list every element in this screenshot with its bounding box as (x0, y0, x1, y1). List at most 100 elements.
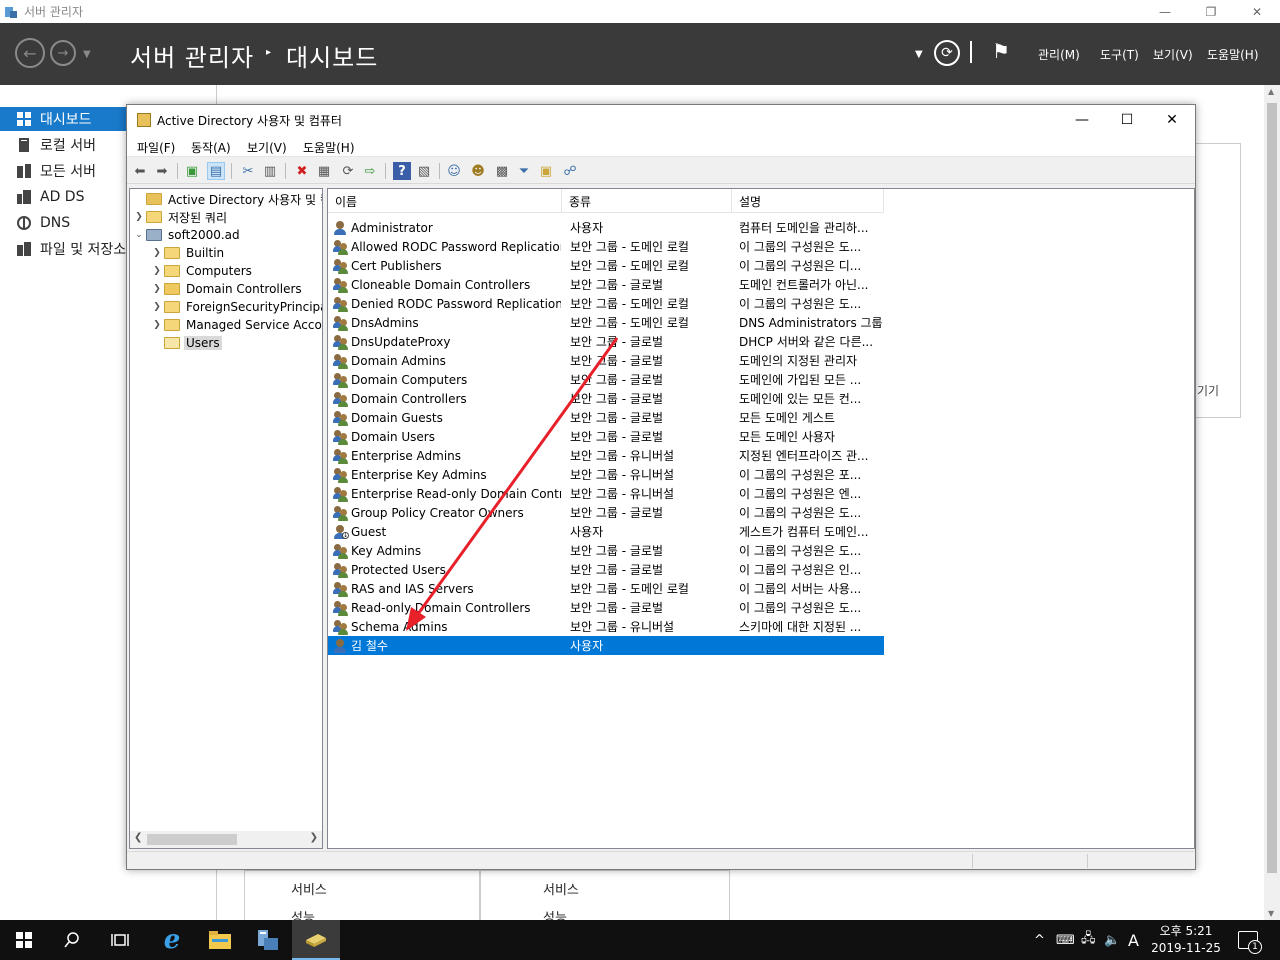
taskbar-ie[interactable]: e (148, 920, 196, 960)
column-header-type[interactable]: 종류 (562, 189, 732, 213)
close-button[interactable]: ✕ (1234, 0, 1280, 23)
scroll-thumb[interactable] (1267, 103, 1277, 873)
nav-file-storage[interactable]: 파일 및 저장소 (0, 237, 128, 261)
refresh-dropdown-icon[interactable]: ▼ (915, 49, 923, 60)
tray-network[interactable]: 🖧 (1081, 920, 1096, 960)
new-ou-button[interactable]: ▩ (493, 162, 511, 180)
table-row[interactable]: Cloneable Domain Controllers 보안 그룹 - 글로벌 도… (328, 275, 884, 294)
column-header-description[interactable]: 설명 (732, 189, 884, 213)
delete-button[interactable]: ✖ (293, 162, 311, 180)
refresh-button[interactable]: ⟳ (934, 40, 960, 66)
table-row[interactable]: Denied RODC Password Replication ... 보안 그… (328, 294, 884, 313)
chevron-right-icon[interactable]: ❯ (132, 212, 146, 222)
cut-button[interactable]: ✂ (239, 162, 257, 180)
restore-button[interactable]: ❐ (1188, 0, 1234, 23)
table-row[interactable]: Domain Admins 보안 그룹 - 글로벌 도메인의 지정된 관리자 (328, 351, 884, 370)
new-user-button[interactable]: ☺ (445, 162, 463, 180)
table-row[interactable]: Enterprise Read-only Domain Control... 보안… (328, 484, 884, 503)
table-row[interactable]: Cert Publishers 보안 그룹 - 도메인 로컬 이 그룹의 구성원은 … (328, 256, 884, 275)
table-row[interactable]: Enterprise Admins 보안 그룹 - 유니버설 지정된 엔터프라이즈 … (328, 446, 884, 465)
filter-button[interactable]: ⏷ (515, 162, 533, 180)
tree-saved-queries[interactable]: ❯ 저장된 쿼리 (132, 208, 229, 226)
table-row[interactable]: Domain Computers 보안 그룹 - 글로벌 도메인에 가입된 모든 .… (328, 370, 884, 389)
table-row[interactable]: DnsAdmins 보안 그룹 - 도메인 로컬 DNS Administrator… (328, 313, 884, 332)
table-row[interactable]: Domain Controllers 보안 그룹 - 글로벌 도메인에 있는 모든 … (328, 389, 884, 408)
copy-button[interactable]: ▥ (261, 162, 279, 180)
nav-all-servers[interactable]: 모든 서버 (0, 159, 128, 183)
add-to-group-button[interactable]: ☍ (561, 162, 579, 180)
forward-button[interactable]: ➡ (153, 162, 171, 180)
nav-dashboard[interactable]: 대시보드 (0, 107, 128, 131)
table-row[interactable]: Domain Guests 보안 그룹 - 글로벌 모든 도메인 게스트 (328, 408, 884, 427)
scroll-left-icon[interactable]: ❮ (134, 832, 142, 843)
scroll-up-icon[interactable]: ▲ (1268, 87, 1274, 96)
chevron-right-icon[interactable]: ❯ (150, 284, 164, 294)
refresh-button[interactable]: ⟳ (339, 162, 357, 180)
task-view-button[interactable] (96, 920, 144, 960)
menu-view[interactable]: 보기(V) (1153, 46, 1193, 63)
show-hide-console-tree-button[interactable]: ▤ (207, 162, 225, 180)
tree-root[interactable]: Active Directory 사용자 및 컴퓨터 (132, 190, 322, 208)
table-row[interactable]: Enterprise Key Admins 보안 그룹 - 유니버설 이 그룹의 구… (328, 465, 884, 484)
table-row[interactable]: Protected Users 보안 그룹 - 글로벌 이 그룹의 구성원은 인..… (328, 560, 884, 579)
nav-dns[interactable]: DNS (0, 211, 128, 235)
scroll-down-icon[interactable]: ▼ (1268, 909, 1274, 918)
menu-help[interactable]: 도움말(H) (303, 139, 355, 156)
taskbar-file-explorer[interactable] (196, 920, 244, 960)
tray-volume[interactable]: 🔈 (1104, 920, 1120, 960)
forward-button[interactable]: → (50, 40, 76, 66)
tray-clock[interactable]: 오후 5:21 2019-11-25 (1150, 923, 1222, 957)
table-row[interactable]: RAS and IAS Servers 보안 그룹 - 도메인 로컬 이 그룹의 서… (328, 579, 884, 598)
taskbar-ad-users-computers[interactable] (292, 920, 340, 960)
find-button[interactable]: ▣ (537, 162, 555, 180)
menu-file[interactable]: 파일(F) (137, 139, 175, 156)
chevron-right-icon[interactable]: ❯ (150, 320, 164, 330)
search-button[interactable] (48, 920, 96, 960)
taskbar-server-manager[interactable] (244, 920, 292, 960)
dashboard-scrollbar[interactable]: ▲ ▼ (1264, 85, 1280, 920)
ad-maximize-button[interactable]: ☐ (1104, 105, 1150, 135)
show-hidden-icons[interactable]: ^ (1034, 920, 1045, 960)
tree-domain[interactable]: ⌄ soft2000.ad (132, 226, 242, 244)
table-row[interactable]: Schema Admins 보안 그룹 - 유니버설 스키마에 대한 지정된 ... (328, 617, 884, 636)
table-row[interactable]: DnsUpdateProxy 보안 그룹 - 글로벌 DHCP 서버와 같은 다른.… (328, 332, 884, 351)
table-row[interactable]: Read-only Domain Controllers 보안 그룹 - 글로벌 이… (328, 598, 884, 617)
tray-keyboard[interactable]: ⌨ (1056, 920, 1075, 960)
chevron-right-icon[interactable]: ❯ (150, 302, 164, 312)
tree-computers[interactable]: ❯ Computers (150, 262, 254, 280)
new-group-button[interactable]: ☻ (469, 162, 487, 180)
menu-help[interactable]: 도움말(H) (1207, 46, 1259, 63)
chevron-right-icon[interactable]: ❯ (150, 248, 164, 258)
table-row[interactable]: ↓ Guest 사용자 게스트가 컴퓨터 도메인... (328, 522, 884, 541)
properties-button[interactable]: ▦ (315, 162, 333, 180)
table-row[interactable]: Domain Users 보안 그룹 - 글로벌 모든 도메인 사용자 (328, 427, 884, 446)
help-button[interactable]: ? (393, 162, 411, 180)
menu-view[interactable]: 보기(V) (247, 139, 287, 156)
ad-close-button[interactable]: ✕ (1149, 105, 1195, 135)
table-row[interactable]: 김 철수 사용자 (328, 636, 884, 655)
export-list-button[interactable]: ⇨ (361, 162, 379, 180)
menu-tools[interactable]: 도구(T) (1100, 46, 1139, 63)
tree-horizontal-scrollbar[interactable]: ❮ ❯ (130, 831, 322, 848)
scroll-thumb[interactable] (147, 834, 237, 845)
tree-users[interactable]: Users (150, 334, 222, 352)
scroll-right-icon[interactable]: ❯ (310, 832, 318, 843)
ad-minimize-button[interactable]: — (1059, 105, 1105, 135)
chevron-down-icon[interactable]: ⌄ (132, 230, 146, 240)
table-row[interactable]: Allowed RODC Password Replication ... 보안 … (328, 237, 884, 256)
notifications-flag-icon[interactable]: ⚑ (992, 39, 1010, 63)
tree-foreign-security-principals[interactable]: ❯ ForeignSecurityPrincipals (150, 298, 322, 316)
table-row[interactable]: Administrator 사용자 컴퓨터 도메인을 관리하... (328, 218, 884, 237)
tree-builtin[interactable]: ❯ Builtin (150, 244, 226, 262)
nav-ad-ds[interactable]: AD DS (0, 185, 128, 209)
tree-domain-controllers[interactable]: ❯ Domain Controllers (150, 280, 304, 298)
table-row[interactable]: Group Policy Creator Owners 보안 그룹 - 글로벌 이 … (328, 503, 884, 522)
nav-local-server[interactable]: 로컬 서버 (0, 133, 128, 157)
up-level-button[interactable]: ▣ (183, 162, 201, 180)
menu-action[interactable]: 동작(A) (191, 139, 231, 156)
services-label[interactable]: 서비스 (543, 879, 579, 898)
action-center-button[interactable]: 1 (1238, 920, 1262, 960)
menu-manage[interactable]: 관리(M) (1038, 46, 1080, 63)
tray-ime[interactable]: A (1128, 920, 1139, 960)
column-header-name[interactable]: 이름 (328, 189, 562, 213)
